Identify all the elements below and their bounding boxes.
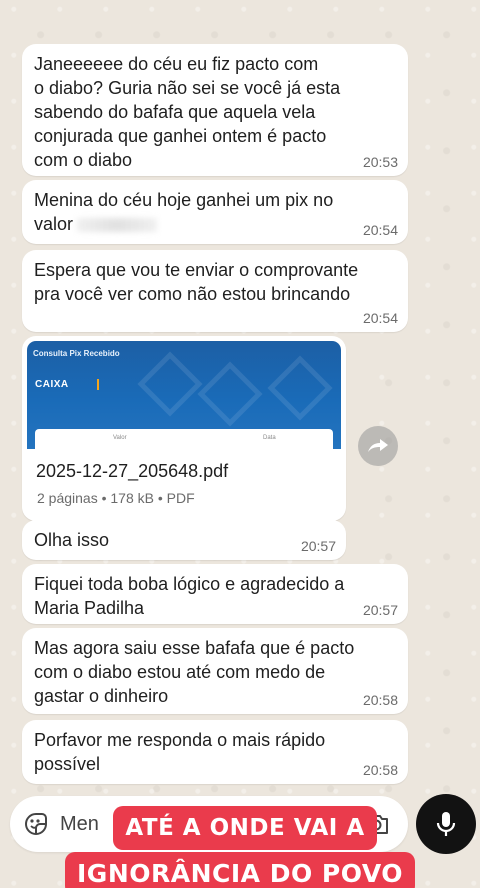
video-caption: ATÉ A ONDE VAI A IGNORÂNCIA DO POVO xyxy=(0,806,480,888)
caption-line-1: ATÉ A ONDE VAI A xyxy=(113,806,377,850)
preview-col-value: Valor xyxy=(113,435,127,441)
watermark-shape xyxy=(137,351,203,417)
message-bubble[interactable]: Porfavor me responda o mais rápido possí… xyxy=(22,720,408,784)
forward-icon xyxy=(368,439,388,452)
message-bubble[interactable]: Janeeeeee do céu eu fiz pacto com o diab… xyxy=(22,44,408,176)
message-bubble[interactable]: Olha isso 20:57 xyxy=(22,520,346,560)
message-text: Espera que vou te enviar o comprovante p… xyxy=(34,260,359,304)
pdf-preview-thumbnail[interactable]: Consulta Pix Recebido CAIXA Valor Data xyxy=(27,341,341,449)
message-text: Menina do céu hoje ganhei um pix no valo… xyxy=(34,188,396,236)
message-time: 20:57 xyxy=(300,538,336,554)
pdf-attachment[interactable]: Consulta Pix Recebido CAIXA Valor Data 2… xyxy=(22,336,346,521)
message-bubble[interactable]: Fiquei toda boba lógico e agradecido a M… xyxy=(22,564,408,624)
message-bubble[interactable]: Mas agora saiu esse bafafa que é pacto c… xyxy=(22,628,408,714)
preview-table-strip: Valor Data xyxy=(35,429,333,449)
message-time: 20:54 xyxy=(362,310,398,326)
preview-brand: CAIXA xyxy=(35,379,69,390)
watermark-shape xyxy=(267,355,333,421)
message-bubble[interactable]: Menina do céu hoje ganhei um pix no valo… xyxy=(22,180,408,244)
preview-col-date: Data xyxy=(263,435,276,441)
message-text: Porfavor me responda o mais rápido possí… xyxy=(34,730,326,774)
message-bubble[interactable]: Espera que vou te enviar o comprovante p… xyxy=(22,250,408,332)
message-time: 20:58 xyxy=(362,692,398,708)
pdf-meta: 2 páginas • 178 kB • PDF xyxy=(37,490,195,506)
message-text: Mas agora saiu esse bafafa que é pacto c… xyxy=(34,638,355,706)
brand-mark xyxy=(97,379,99,390)
redacted-value xyxy=(77,218,158,233)
message-text: Janeeeeee do céu eu fiz pacto com o diab… xyxy=(34,54,341,170)
message-time: 20:58 xyxy=(362,762,398,778)
watermark-shape xyxy=(197,361,263,427)
pdf-filename: 2025-12-27_205648.pdf xyxy=(36,461,229,481)
message-time: 20:57 xyxy=(362,602,398,618)
message-time: 20:53 xyxy=(362,154,398,170)
caption-line-2: IGNORÂNCIA DO POVO xyxy=(65,852,415,888)
message-text: Olha isso xyxy=(34,530,110,550)
preview-header: Consulta Pix Recebido xyxy=(33,349,120,358)
forward-button[interactable] xyxy=(358,426,398,466)
message-text: Fiquei toda boba lógico e agradecido a M… xyxy=(34,574,345,618)
message-time: 20:54 xyxy=(362,222,398,238)
